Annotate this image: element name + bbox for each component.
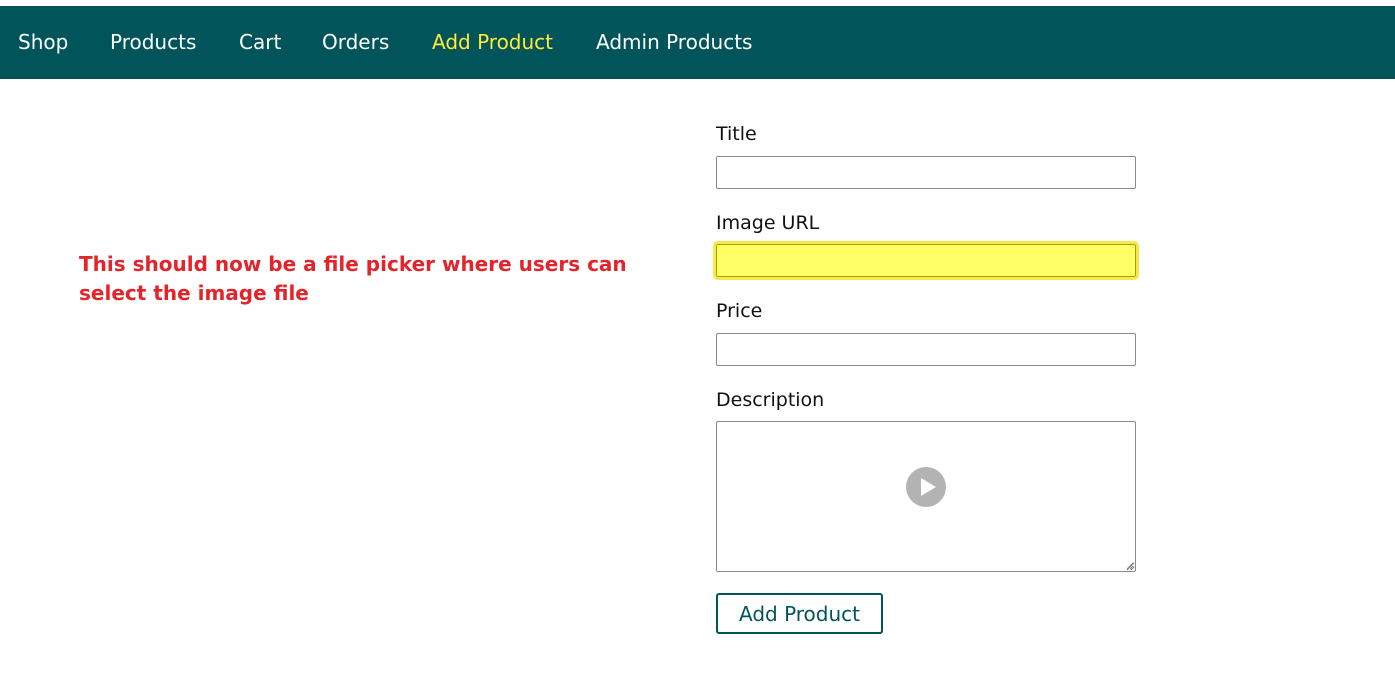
resize-grip-icon[interactable] <box>1126 562 1134 570</box>
image-url-input[interactable] <box>713 241 1139 280</box>
description-label: Description <box>716 389 825 411</box>
nav-admin-products[interactable]: Admin Products <box>596 6 752 79</box>
price-input[interactable] <box>716 333 1136 366</box>
nav-orders[interactable]: Orders <box>322 6 389 79</box>
nav-products[interactable]: Products <box>110 6 196 79</box>
annotation-note: This should now be a file picker where u… <box>79 252 627 305</box>
description-wrapper <box>716 421 1136 572</box>
main-navbar: Shop Products Cart Orders Add Product Ad… <box>0 6 1395 79</box>
title-label: Title <box>716 123 757 145</box>
nav-shop[interactable]: Shop <box>18 6 68 79</box>
nav-cart[interactable]: Cart <box>239 6 281 79</box>
title-input[interactable] <box>716 156 1136 189</box>
nav-add-product[interactable]: Add Product <box>432 6 553 79</box>
image-url-label: Image URL <box>716 212 820 234</box>
add-product-button[interactable]: Add Product <box>716 593 883 634</box>
play-icon <box>906 467 946 507</box>
price-label: Price <box>716 300 763 322</box>
